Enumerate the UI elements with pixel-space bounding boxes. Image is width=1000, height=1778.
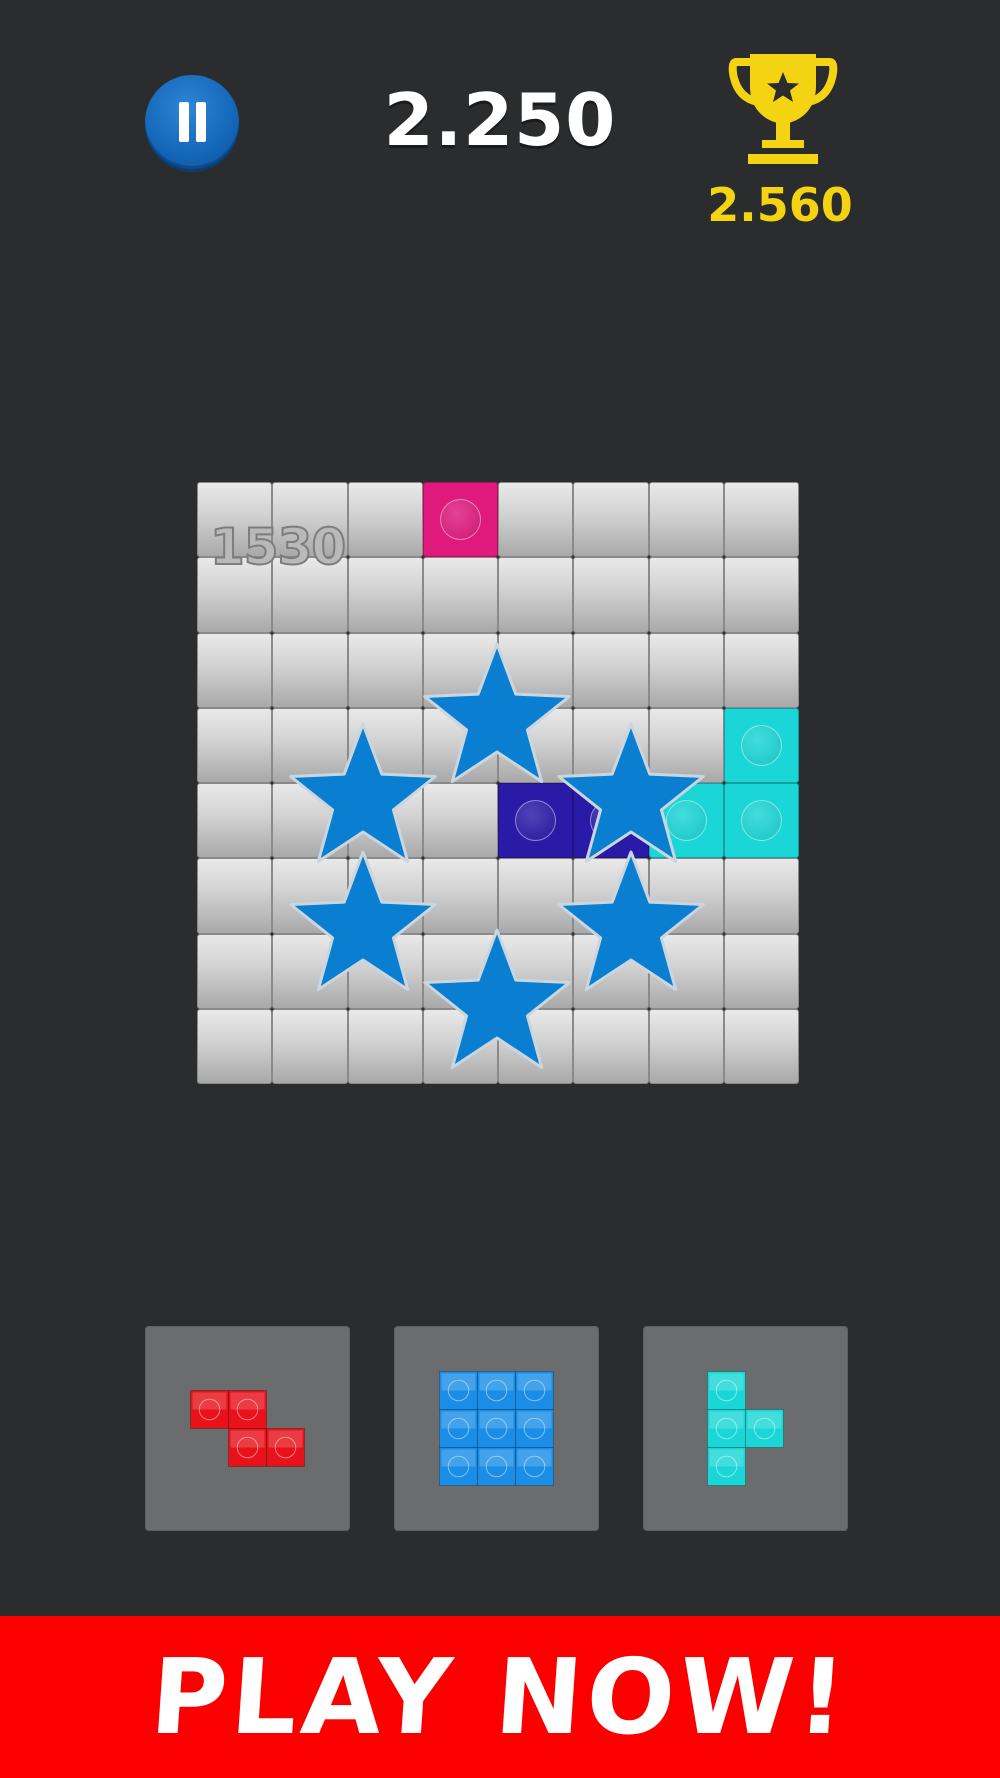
board-cell[interactable] <box>347 707 423 783</box>
board-cell[interactable] <box>422 632 498 708</box>
piece-block <box>477 1447 516 1486</box>
combo-score-popup: 1530 <box>209 517 347 577</box>
piece-block <box>515 1447 554 1486</box>
piece-block <box>515 1371 554 1410</box>
board-cell[interactable] <box>573 933 649 1009</box>
board-cell[interactable] <box>197 707 273 783</box>
board-cell[interactable] <box>272 858 348 934</box>
piece-block <box>228 1390 267 1429</box>
board-cell[interactable] <box>573 557 649 633</box>
board-cell[interactable] <box>272 1008 348 1084</box>
board-cell[interactable] <box>648 482 724 558</box>
board-cell[interactable] <box>347 933 423 1009</box>
board-cell[interactable] <box>422 1008 498 1084</box>
board-cell[interactable] <box>648 707 724 783</box>
board-cell[interactable] <box>272 933 348 1009</box>
play-now-label: PLAY NOW! <box>146 1636 854 1758</box>
block-bubble <box>740 724 782 766</box>
board-cell[interactable] <box>498 933 574 1009</box>
board-cell[interactable] <box>723 783 799 859</box>
piece-block <box>515 1409 554 1448</box>
board-cell[interactable] <box>648 783 724 859</box>
board-cell[interactable] <box>498 783 574 859</box>
tray-slot-3[interactable] <box>643 1326 848 1531</box>
board-cell[interactable] <box>723 1008 799 1084</box>
piece-block <box>707 1371 746 1410</box>
block-bubble <box>439 499 481 541</box>
board-cell[interactable] <box>347 858 423 934</box>
board-cell[interactable] <box>422 482 498 558</box>
board-cell[interactable] <box>272 632 348 708</box>
board-cell[interactable] <box>723 933 799 1009</box>
piece-block <box>745 1409 784 1448</box>
play-now-banner[interactable]: PLAY NOW! <box>0 1616 1000 1778</box>
block-bubble <box>665 800 707 842</box>
board-cell[interactable] <box>723 858 799 934</box>
board-cell[interactable] <box>498 557 574 633</box>
board-cell[interactable] <box>648 858 724 934</box>
board-cell[interactable] <box>272 783 348 859</box>
board-cell[interactable] <box>573 707 649 783</box>
board-cell[interactable] <box>197 1008 273 1084</box>
piece-block <box>477 1409 516 1448</box>
board-cell[interactable] <box>197 783 273 859</box>
piece-block <box>477 1371 516 1410</box>
block-bubble <box>590 800 632 842</box>
best-score: 2.560 <box>707 178 853 232</box>
piece-block <box>439 1447 478 1486</box>
board-cell[interactable] <box>498 1008 574 1084</box>
board-cell[interactable] <box>498 858 574 934</box>
board-cell[interactable] <box>347 632 423 708</box>
board-cell[interactable] <box>723 482 799 558</box>
board-cell[interactable] <box>498 707 574 783</box>
board-cell[interactable] <box>347 783 423 859</box>
tray-piece-square[interactable] <box>394 1326 599 1531</box>
board-cell[interactable] <box>272 707 348 783</box>
piece-block <box>439 1371 478 1410</box>
tray-slot-1[interactable] <box>145 1326 350 1531</box>
piece-block <box>190 1390 229 1429</box>
board-cell[interactable] <box>648 1008 724 1084</box>
board-cell[interactable] <box>197 632 273 708</box>
board-cell[interactable] <box>197 858 273 934</box>
pause-button[interactable] <box>145 75 239 169</box>
current-score: 2.250 <box>383 78 617 162</box>
board-cell[interactable] <box>347 1008 423 1084</box>
board-cell[interactable] <box>648 933 724 1009</box>
board-cell[interactable] <box>422 933 498 1009</box>
board-cell[interactable] <box>723 632 799 708</box>
board-cell[interactable] <box>648 632 724 708</box>
tray-piece-t[interactable] <box>643 1326 848 1531</box>
board-cell[interactable] <box>723 707 799 783</box>
board-cell[interactable] <box>197 933 273 1009</box>
trophy-icon <box>728 54 838 164</box>
piece-block <box>707 1447 746 1486</box>
piece-block <box>266 1428 305 1467</box>
board-cell[interactable] <box>573 632 649 708</box>
tray-piece-z[interactable] <box>145 1326 350 1531</box>
block-bubble <box>740 800 782 842</box>
board-cell[interactable] <box>422 783 498 859</box>
board-cell[interactable] <box>347 557 423 633</box>
block-bubble <box>515 800 557 842</box>
board-cell[interactable] <box>498 632 574 708</box>
board-cell[interactable] <box>422 707 498 783</box>
board-cell[interactable] <box>573 482 649 558</box>
piece-block <box>707 1409 746 1448</box>
board-cell[interactable] <box>648 557 724 633</box>
board-cell[interactable] <box>723 557 799 633</box>
board-cell[interactable] <box>573 1008 649 1084</box>
board-cell[interactable] <box>573 783 649 859</box>
board-cell[interactable] <box>422 858 498 934</box>
board-cell[interactable] <box>498 482 574 558</box>
piece-block <box>439 1409 478 1448</box>
board-cell[interactable] <box>573 858 649 934</box>
board-cell[interactable] <box>422 557 498 633</box>
game-screen: 2.250 2.560 1530 PLAY NOW! <box>0 0 1000 1778</box>
tray-slot-2[interactable] <box>394 1326 599 1531</box>
piece-block <box>228 1428 267 1467</box>
board-cell[interactable] <box>347 482 423 558</box>
